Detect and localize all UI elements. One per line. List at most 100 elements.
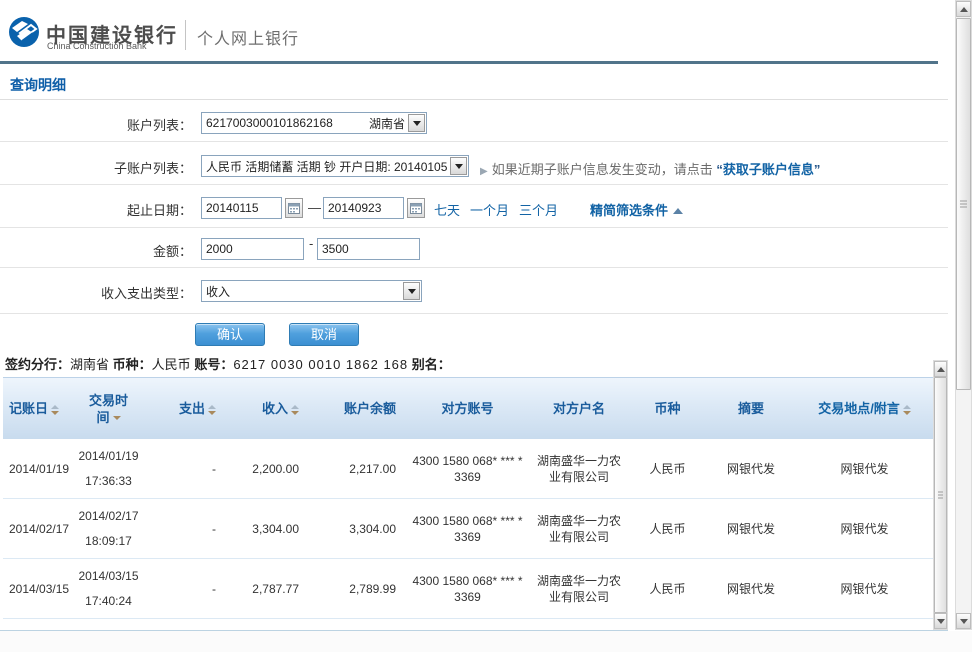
col-label: 间 [96, 410, 109, 425]
col-label: 账户余额 [344, 401, 396, 416]
table-row: 2014/03/15 2014/03/1517:40:24 - 2,787.77… [3, 559, 933, 619]
col-header-location[interactable]: 交易地点/附言 [796, 400, 933, 417]
page-scrollbar[interactable] [955, 0, 972, 630]
sort-icon[interactable] [51, 405, 59, 415]
col-label: 交易地点/附言 [818, 401, 900, 416]
col-label: 支出 [179, 401, 205, 416]
account-select-region: 湖南省 [369, 115, 407, 132]
sort-icon[interactable] [208, 405, 216, 415]
quick-link-one-month[interactable]: 一个月 [470, 200, 509, 219]
confirm-button[interactable]: 确认 [195, 323, 265, 346]
col-label: 摘要 [738, 401, 764, 416]
table-scroll-down-icon[interactable] [934, 613, 947, 629]
date-from-calendar-icon[interactable] [285, 198, 303, 218]
cell-expense: - [141, 521, 226, 537]
col-header-cp-name: 对方户名 [529, 400, 629, 417]
income-expense-type-select[interactable]: 收入 [201, 280, 422, 302]
quick-link-seven-days[interactable]: 七天 [434, 200, 460, 219]
cell-currency: 人民币 [629, 521, 706, 537]
txn-time: 18:09:17 [76, 533, 141, 549]
header-divider [185, 20, 186, 50]
row-separator [0, 184, 948, 185]
txn-time: 17:36:33 [76, 473, 141, 489]
amount-dash: - [309, 236, 313, 251]
subaccount-select-arrow-icon[interactable] [450, 157, 467, 175]
col-label: 收入 [262, 401, 288, 416]
col-header-balance: 账户余额 [309, 400, 406, 417]
filter-collapse-toggle[interactable]: 精简筛选条件 [590, 200, 683, 219]
row-separator [0, 313, 948, 314]
branch-value: 湖南省 [70, 357, 109, 372]
cell-balance: 2,789.99 [309, 581, 406, 597]
ccb-logo-icon [8, 16, 40, 48]
subaccount-list-label: 子账户列表： [0, 158, 192, 177]
table-header-row: 记账日 交易时间 支出 收入 账户余额 对方账号 对方户名 币种 摘要 交易地点… [3, 377, 933, 439]
col-header-txn-time[interactable]: 交易时间 [76, 392, 141, 426]
subaccount-select[interactable]: 人民币 活期储蓄 活期 钞 开户日期: 20140105 [201, 155, 469, 177]
amount-to-input[interactable] [317, 238, 420, 260]
col-label: 对方账号 [441, 401, 493, 416]
sort-icon[interactable] [113, 416, 121, 420]
account-select-arrow-icon[interactable] [408, 114, 425, 132]
cell-cp-name: 湖南盛华一力农业有限公司 [529, 513, 629, 545]
date-to-input[interactable] [323, 197, 404, 219]
cell-cp-name: 湖南盛华一力农业有限公司 [529, 453, 629, 485]
date-to-calendar-icon[interactable] [407, 198, 425, 218]
collapse-up-arrow-icon [673, 208, 683, 214]
date-range-label: 起止日期： [0, 200, 192, 219]
cell-currency: 人民币 [629, 581, 706, 597]
cancel-button[interactable]: 取消 [289, 323, 359, 346]
col-label: 记账日 [9, 401, 48, 416]
date-dash: — [308, 200, 321, 215]
cell-txn-time: 2014/03/1517:40:24 [76, 568, 141, 609]
branch-label: 签约分行： [5, 357, 70, 372]
currency-label: 币种： [113, 357, 152, 372]
row-separator [0, 227, 948, 228]
cell-location: 网银代发 [796, 461, 933, 477]
col-label: 币种 [654, 401, 680, 416]
bank-header: 中国建设银行 China Construction Bank 个人网上银行 [0, 0, 972, 62]
cell-post-date: 2014/01/19 [3, 461, 76, 477]
page-scrollbar-thumb[interactable] [956, 18, 971, 390]
type-select-arrow-icon[interactable] [403, 282, 420, 300]
get-subaccount-info-link[interactable]: 获取子账户信息 [723, 162, 814, 177]
bottom-strip [0, 631, 972, 652]
amount-from-input[interactable] [201, 238, 304, 260]
subaccount-note: ▶如果近期子账户信息发生变动，请点击 “获取子账户信息” [480, 159, 820, 178]
account-select[interactable]: 6217003000101862168 湖南省 [201, 112, 427, 134]
portal-name: 个人网上银行 [197, 25, 299, 49]
cell-expense: - [141, 581, 226, 597]
date-from-input[interactable] [201, 197, 282, 219]
cell-income: 2,787.77 [226, 581, 309, 597]
quick-link-three-months[interactable]: 三个月 [519, 200, 558, 219]
currency-value: 人民币 [152, 357, 191, 372]
cell-summary: 网银代发 [706, 461, 796, 477]
txn-date: 2014/02/17 [76, 508, 141, 524]
page-scroll-up-icon[interactable] [956, 1, 971, 17]
page-scroll-down-icon[interactable] [956, 613, 971, 629]
cell-balance: 3,304.00 [309, 521, 406, 537]
table-scrollbar[interactable] [933, 360, 948, 630]
cell-income: 3,304.00 [226, 521, 309, 537]
sort-icon[interactable] [291, 405, 299, 415]
subaccount-select-value: 人民币 活期储蓄 活期 钞 开户日期: 20140105 [202, 158, 449, 175]
table-scroll-up-icon[interactable] [934, 361, 947, 377]
cell-income: 2,200.00 [226, 461, 309, 477]
table-scrollbar-thumb[interactable] [934, 377, 947, 613]
col-header-post-date[interactable]: 记账日 [3, 400, 76, 417]
cell-post-date: 2014/02/17 [3, 521, 76, 537]
account-select-value: 6217003000101862168 [202, 116, 369, 130]
header-rule [0, 61, 938, 64]
alias-label: 别名： [412, 357, 451, 372]
sort-icon[interactable] [903, 405, 911, 415]
cell-expense: - [141, 461, 226, 477]
col-header-expense[interactable]: 支出 [141, 400, 226, 417]
note-bullet-icon: ▶ [480, 166, 488, 177]
bank-name-en: China Construction Bank [47, 41, 147, 51]
income-expense-type-label: 收入支出类型： [0, 283, 192, 302]
amount-label: 金额： [0, 241, 192, 260]
title-separator [0, 99, 948, 100]
txn-time: 17:40:24 [76, 593, 141, 609]
col-header-income[interactable]: 收入 [226, 400, 309, 417]
table-row: 2014/02/17 2014/02/1718:09:17 - 3,304.00… [3, 499, 933, 559]
